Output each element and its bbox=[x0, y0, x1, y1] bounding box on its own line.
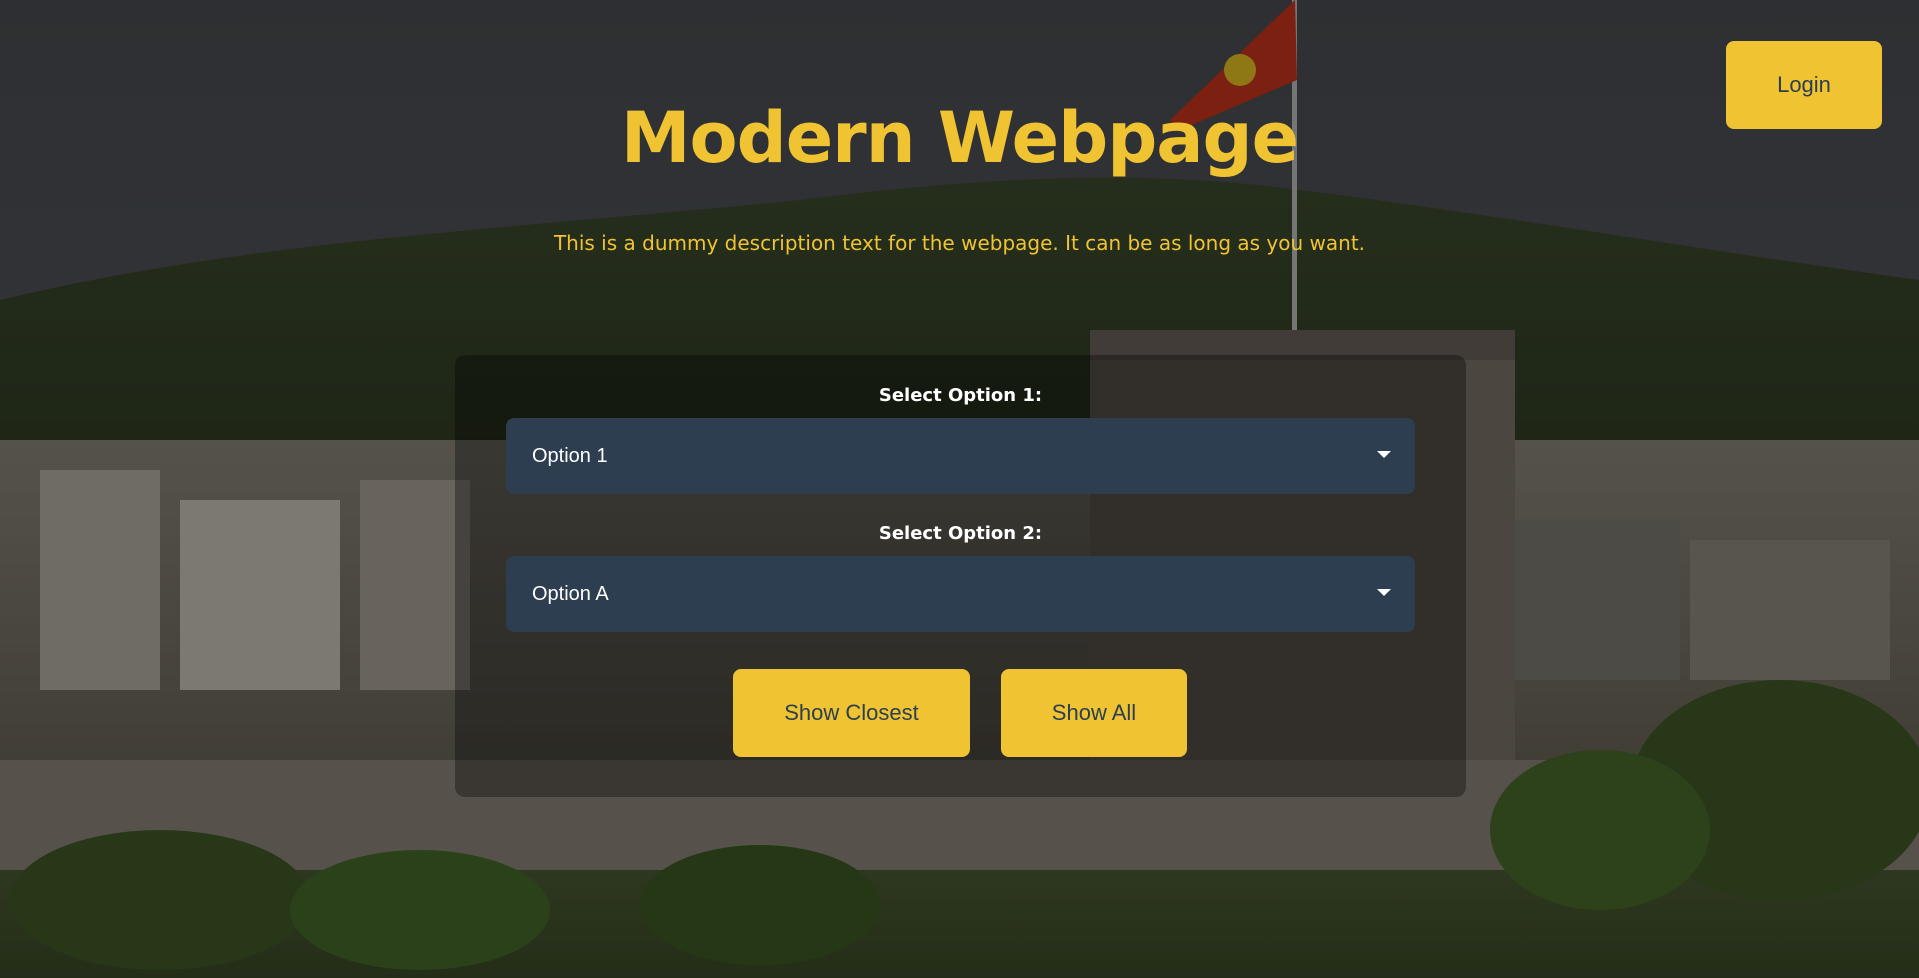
option1-selected-value: Option 1 bbox=[532, 444, 608, 467]
chevron-down-icon bbox=[1377, 589, 1391, 596]
page-title: Modern Webpage bbox=[620, 97, 1299, 179]
option2-select[interactable]: Option A bbox=[506, 556, 1415, 632]
show-closest-button[interactable]: Show Closest bbox=[733, 669, 970, 757]
option1-select[interactable]: Option 1 bbox=[506, 418, 1415, 494]
option1-label: Select Option 1: bbox=[878, 385, 1043, 406]
page-description: This is a dummy description text for the… bbox=[553, 231, 1366, 255]
chevron-down-icon bbox=[1377, 451, 1391, 458]
option2-selected-value: Option A bbox=[532, 582, 609, 605]
page: Login Modern Webpage This is a dummy des… bbox=[0, 0, 1919, 978]
show-all-button[interactable]: Show All bbox=[1001, 669, 1187, 757]
option2-label: Select Option 2: bbox=[878, 523, 1043, 544]
